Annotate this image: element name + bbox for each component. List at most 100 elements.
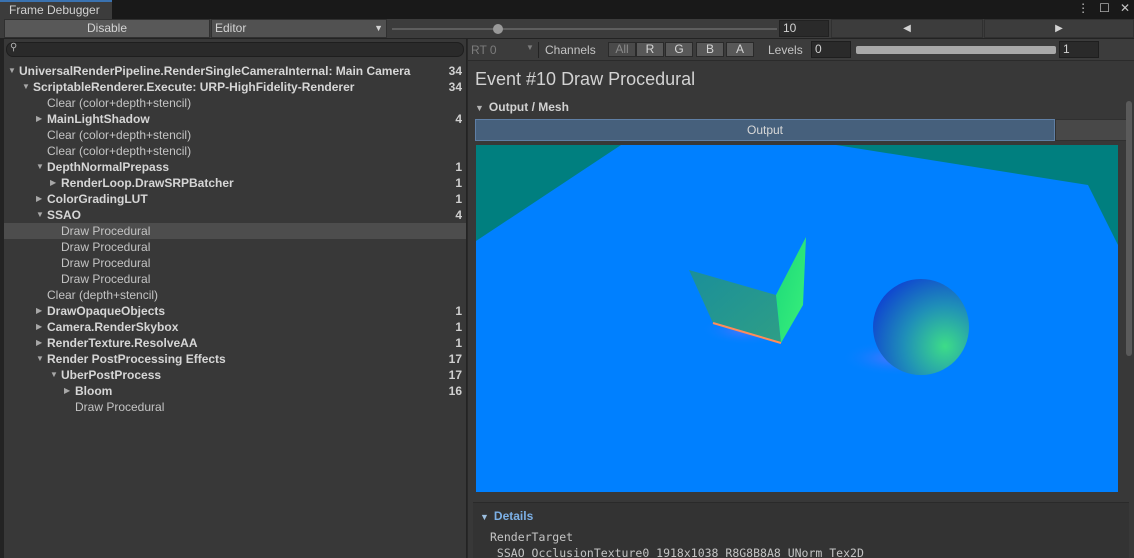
foldout-expanded-icon[interactable]: ▼ xyxy=(36,351,44,367)
tree-row-count: 34 xyxy=(448,80,462,94)
tree-row[interactable]: ▼ SSAO 4 xyxy=(4,207,466,223)
tree-row-label: RenderLoop.DrawSRPBatcher xyxy=(61,176,234,190)
foldout-expanded-icon: ▼ xyxy=(480,512,489,522)
tree-row[interactable]: ▼ UniversalRenderPipeline.RenderSingleCam… xyxy=(4,63,466,79)
tree-row[interactable]: Clear (depth+stencil) xyxy=(4,287,466,303)
chevron-down-icon: ▼ xyxy=(526,43,534,52)
foldout-collapsed-icon[interactable]: ▶ xyxy=(36,335,42,351)
render-target-value: _SSAO_OcclusionTexture0_1918x1038_R8G8B8… xyxy=(490,546,864,558)
channel-r-button[interactable]: R xyxy=(636,42,664,57)
foldout-expanded-icon[interactable]: ▼ xyxy=(36,159,44,175)
window-title: Frame Debugger xyxy=(9,3,100,17)
target-value: Editor xyxy=(215,21,247,35)
levels-label: Levels xyxy=(768,43,803,57)
kebab-menu-icon[interactable]: ⋮ xyxy=(1077,1,1089,15)
foldout-collapsed-icon[interactable]: ▶ xyxy=(50,175,56,191)
preview-image xyxy=(476,145,1118,492)
foldout-expanded-icon[interactable]: ▼ xyxy=(50,367,58,383)
render-target-preview xyxy=(476,145,1118,492)
channel-g-button[interactable]: G xyxy=(665,42,693,57)
maximize-icon[interactable]: ☐ xyxy=(1099,1,1110,15)
foldout-expanded-icon[interactable]: ▼ xyxy=(36,207,44,223)
levels-min-field[interactable]: 0 xyxy=(811,41,851,58)
tree-row[interactable]: ▶ Camera.RenderSkybox 1 xyxy=(4,319,466,335)
output-mesh-foldout[interactable]: ▼ Output / Mesh xyxy=(475,100,569,114)
tree-row-count: 4 xyxy=(455,208,462,222)
tree-row[interactable]: ▶ DrawOpaqueObjects 1 xyxy=(4,303,466,319)
tree-row-label: DepthNormalPrepass xyxy=(47,160,170,174)
foldout-collapsed-icon[interactable]: ▶ xyxy=(36,319,42,335)
window-title-bar: Frame Debugger ⋮ ☐ ✕ xyxy=(0,0,1134,19)
tree-row-count: 1 xyxy=(455,160,462,174)
tree-row[interactable]: ▼ Render PostProcessing Effects 17 xyxy=(4,351,466,367)
details-foldout[interactable]: ▼ Details xyxy=(480,509,533,523)
levels-max-field[interactable]: 1 xyxy=(1059,41,1099,58)
tree-row[interactable]: ▶ MainLightShadow 4 xyxy=(4,111,466,127)
tree-row-count: 16 xyxy=(448,384,462,398)
debugger-toolbar: Disable Editor ▼ 10 ◀ ▶ xyxy=(0,19,1134,39)
output-tab[interactable]: Output xyxy=(475,119,1055,141)
foldout-expanded-icon[interactable]: ▼ xyxy=(8,63,16,79)
tree-row[interactable]: Draw Procedural xyxy=(4,271,466,287)
tree-row-label: ScriptableRenderer.Execute: URP-HighFide… xyxy=(33,80,355,94)
tree-row-count: 17 xyxy=(448,368,462,382)
close-icon[interactable]: ✕ xyxy=(1120,1,1130,15)
next-event-button[interactable]: ▶ xyxy=(984,19,1134,38)
tree-row[interactable]: ▶ RenderTexture.ResolveAA 1 xyxy=(4,335,466,351)
tree-row-count: 1 xyxy=(455,176,462,190)
foldout-collapsed-icon[interactable]: ▶ xyxy=(64,383,70,399)
tree-row[interactable]: ▼ DepthNormalPrepass 1 xyxy=(4,159,466,175)
tree-row-count: 1 xyxy=(455,304,462,318)
foldout-expanded-icon[interactable]: ▼ xyxy=(22,79,30,95)
tree-row-label: Clear (color+depth+stencil) xyxy=(47,128,192,142)
tree-row[interactable]: ▼ ScriptableRenderer.Execute: URP-HighFid… xyxy=(4,79,466,95)
tree-row-count: 34 xyxy=(448,64,462,78)
channel-b-button[interactable]: B xyxy=(696,42,724,57)
tree-row-label: Draw Procedural xyxy=(61,256,151,270)
tree-row-count: 4 xyxy=(455,112,462,126)
foldout-collapsed-icon[interactable]: ▶ xyxy=(36,111,42,127)
levels-range-slider[interactable] xyxy=(856,46,1056,54)
foldout-expanded-icon: ▼ xyxy=(475,103,484,113)
scrollbar-thumb[interactable] xyxy=(1126,101,1132,356)
vertical-scrollbar[interactable] xyxy=(1124,101,1134,356)
event-tree: ▼ UniversalRenderPipeline.RenderSingleCam… xyxy=(4,63,466,415)
tree-row[interactable]: ▶ Bloom 16 xyxy=(4,383,466,399)
tree-row-label: Render PostProcessing Effects xyxy=(47,352,226,366)
tree-row[interactable]: Draw Procedural xyxy=(4,239,466,255)
tree-row[interactable]: ▶ RenderLoop.DrawSRPBatcher 1 xyxy=(4,175,466,191)
channel-all-button[interactable]: All xyxy=(608,42,636,57)
rt-dropdown[interactable]: RT 0 xyxy=(471,43,497,57)
tree-row-count: 1 xyxy=(455,336,462,350)
event-slider-track[interactable] xyxy=(392,28,777,30)
channel-a-button[interactable]: A xyxy=(726,42,754,57)
window-tab[interactable]: Frame Debugger xyxy=(0,0,112,19)
tree-row-label: Camera.RenderSkybox xyxy=(47,320,179,334)
tree-row[interactable]: Draw Procedural xyxy=(4,399,466,415)
tree-row[interactable]: Draw Procedural xyxy=(4,223,466,239)
disable-button[interactable]: Disable xyxy=(4,19,210,38)
event-index-field[interactable]: 10 xyxy=(779,20,829,37)
foldout-collapsed-icon[interactable]: ▶ xyxy=(36,303,42,319)
tree-row-label: DrawOpaqueObjects xyxy=(47,304,166,318)
target-dropdown[interactable]: Editor ▼ xyxy=(211,19,387,38)
foldout-collapsed-icon[interactable]: ▶ xyxy=(36,191,42,207)
previous-event-button[interactable]: ◀ xyxy=(831,19,983,38)
tree-row[interactable]: Draw Procedural xyxy=(4,255,466,271)
tree-row[interactable]: Clear (color+depth+stencil) xyxy=(4,95,466,111)
tree-row[interactable]: ▶ ColorGradingLUT 1 xyxy=(4,191,466,207)
search-field[interactable]: ⚲ xyxy=(6,42,464,57)
tree-row[interactable]: ▼ UberPostProcess 17 xyxy=(4,367,466,383)
mesh-tab-area[interactable] xyxy=(1055,119,1127,141)
tree-row[interactable]: Clear (color+depth+stencil) xyxy=(4,127,466,143)
tree-row-label: UniversalRenderPipeline.RenderSingleCame… xyxy=(19,64,411,78)
tree-row[interactable]: Clear (color+depth+stencil) xyxy=(4,143,466,159)
arrow-left-icon: ◀ xyxy=(903,23,911,34)
tree-row-label: Draw Procedural xyxy=(61,240,151,254)
window-controls: ⋮ ☐ ✕ xyxy=(1077,1,1130,15)
event-slider-thumb[interactable] xyxy=(493,24,503,34)
panel-edge xyxy=(0,39,4,558)
tree-row-label: ColorGradingLUT xyxy=(47,192,148,206)
tree-row-count: 17 xyxy=(448,352,462,366)
channels-label: Channels xyxy=(545,43,596,57)
